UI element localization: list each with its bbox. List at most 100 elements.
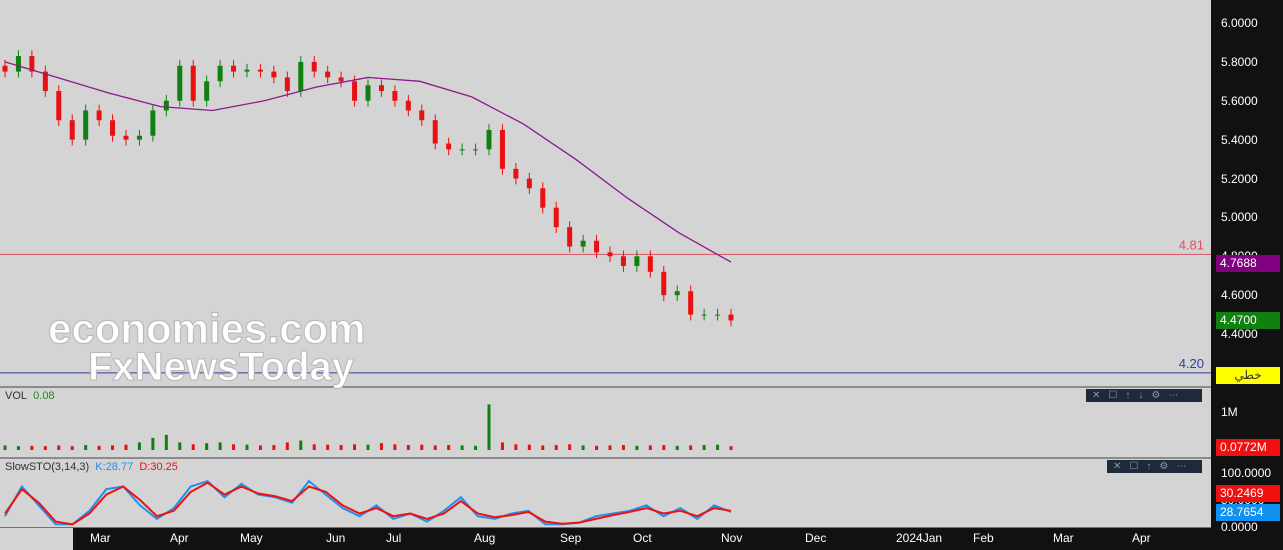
candle: [190, 65, 196, 101]
candle: [499, 129, 505, 169]
price-tick: 5.8000: [1221, 54, 1258, 69]
volume-bar: [84, 445, 88, 450]
watermark-logo-2: FxNewsToday: [88, 345, 355, 390]
volume-header: VOL 0.08: [5, 390, 55, 402]
stoch-d-tag: 30.2469: [1216, 485, 1280, 502]
candle: [136, 135, 142, 140]
candle: [620, 256, 626, 266]
volume-bar: [30, 445, 34, 450]
volume-bar: [527, 444, 531, 450]
volume-bar: [272, 445, 276, 450]
price-tick: 5.0000: [1221, 210, 1258, 225]
candle: [177, 65, 183, 101]
candle: [257, 69, 263, 72]
volume-bar: [3, 445, 7, 450]
volume-panel-toolbar[interactable]: ✕☐↑↓⚙⋯: [1086, 389, 1202, 402]
candle: [2, 65, 8, 72]
candle: [459, 149, 465, 151]
volume-bar: [568, 444, 572, 450]
volume-bar: [151, 437, 155, 450]
candle: [661, 271, 667, 296]
volume-bar: [366, 444, 370, 450]
candle: [486, 129, 492, 150]
volume-bar: [312, 444, 316, 450]
volume-bar: [178, 442, 182, 450]
volume-bar: [541, 445, 545, 450]
stoch-tick: 100.0000: [1221, 466, 1272, 480]
volume-bar: [205, 443, 209, 450]
volume-bar: [285, 442, 289, 450]
volume-bar: [608, 445, 612, 450]
time-tick: Dec: [805, 531, 827, 545]
last-price-tag: 4.4700: [1216, 312, 1280, 329]
candle: [553, 207, 559, 228]
candle: [217, 65, 223, 82]
price-tick: 5.6000: [1221, 93, 1258, 108]
candle: [298, 61, 304, 92]
volume-bar: [137, 442, 141, 450]
volume-bar: [420, 444, 424, 450]
volume-bar: [716, 444, 720, 450]
time-tick: Mar: [1053, 531, 1074, 545]
volume-bar: [621, 445, 625, 450]
candle: [352, 81, 358, 101]
candle: [419, 110, 425, 121]
alert-tag[interactable]: خطي: [1216, 367, 1280, 384]
candle: [365, 85, 371, 101]
time-tick: Nov: [721, 531, 743, 545]
horizontal-line-label: 4.20: [1179, 356, 1204, 371]
volume-bar: [648, 445, 652, 450]
volume-bar: [595, 445, 599, 450]
time-tick: Apr: [1132, 531, 1151, 545]
candle: [715, 314, 721, 316]
volume-bar: [500, 442, 504, 450]
volume-bar: [447, 445, 451, 450]
candle: [567, 227, 573, 247]
candle: [473, 149, 479, 151]
volume-bar: [164, 434, 168, 450]
candle: [446, 143, 452, 150]
volume-bar: [635, 445, 639, 450]
candle: [594, 240, 600, 253]
candle: [244, 69, 250, 72]
volume-bar: [514, 444, 518, 450]
stoch-tick: 0.0000: [1221, 520, 1258, 534]
candle: [674, 291, 680, 296]
volume-bar: [662, 445, 666, 450]
volume-bar: [191, 444, 195, 450]
candle: [405, 100, 411, 111]
candle: [150, 110, 156, 136]
candle: [204, 81, 210, 101]
volume-bar: [232, 444, 236, 450]
candle: [311, 61, 317, 72]
chart-plot[interactable]: 4.81 4.20: [0, 0, 1211, 550]
time-tick: Oct: [633, 531, 652, 545]
volume-bar: [406, 445, 410, 450]
candle: [271, 71, 277, 78]
volume-bar: [339, 445, 343, 450]
candle: [231, 65, 237, 72]
volume-tick: 1M: [1221, 405, 1238, 419]
candle: [96, 110, 102, 121]
candle: [83, 110, 89, 140]
volume-bar: [702, 445, 706, 450]
candle: [701, 314, 707, 316]
time-tick: Apr: [170, 531, 189, 545]
volume-bar: [258, 445, 262, 450]
candle: [526, 178, 532, 189]
stoch-k-line: [4, 479, 732, 526]
volume-bar: [729, 446, 733, 450]
time-tick: 2024Jan: [896, 531, 943, 545]
volume-bar: [245, 444, 249, 450]
stoch-k-tag: 28.7654: [1216, 504, 1280, 521]
candle: [123, 135, 129, 140]
volume-bar: [124, 444, 128, 450]
stoch-panel-toolbar[interactable]: ✕☐↑⚙⋯: [1107, 460, 1202, 473]
candle: [56, 91, 62, 121]
volume-bar: [111, 445, 115, 450]
volume-bar: [43, 446, 47, 450]
volume-bar: [379, 443, 383, 450]
volume-bar: [581, 445, 585, 450]
candle: [647, 256, 653, 272]
price-tick: 6.0000: [1221, 16, 1258, 30]
